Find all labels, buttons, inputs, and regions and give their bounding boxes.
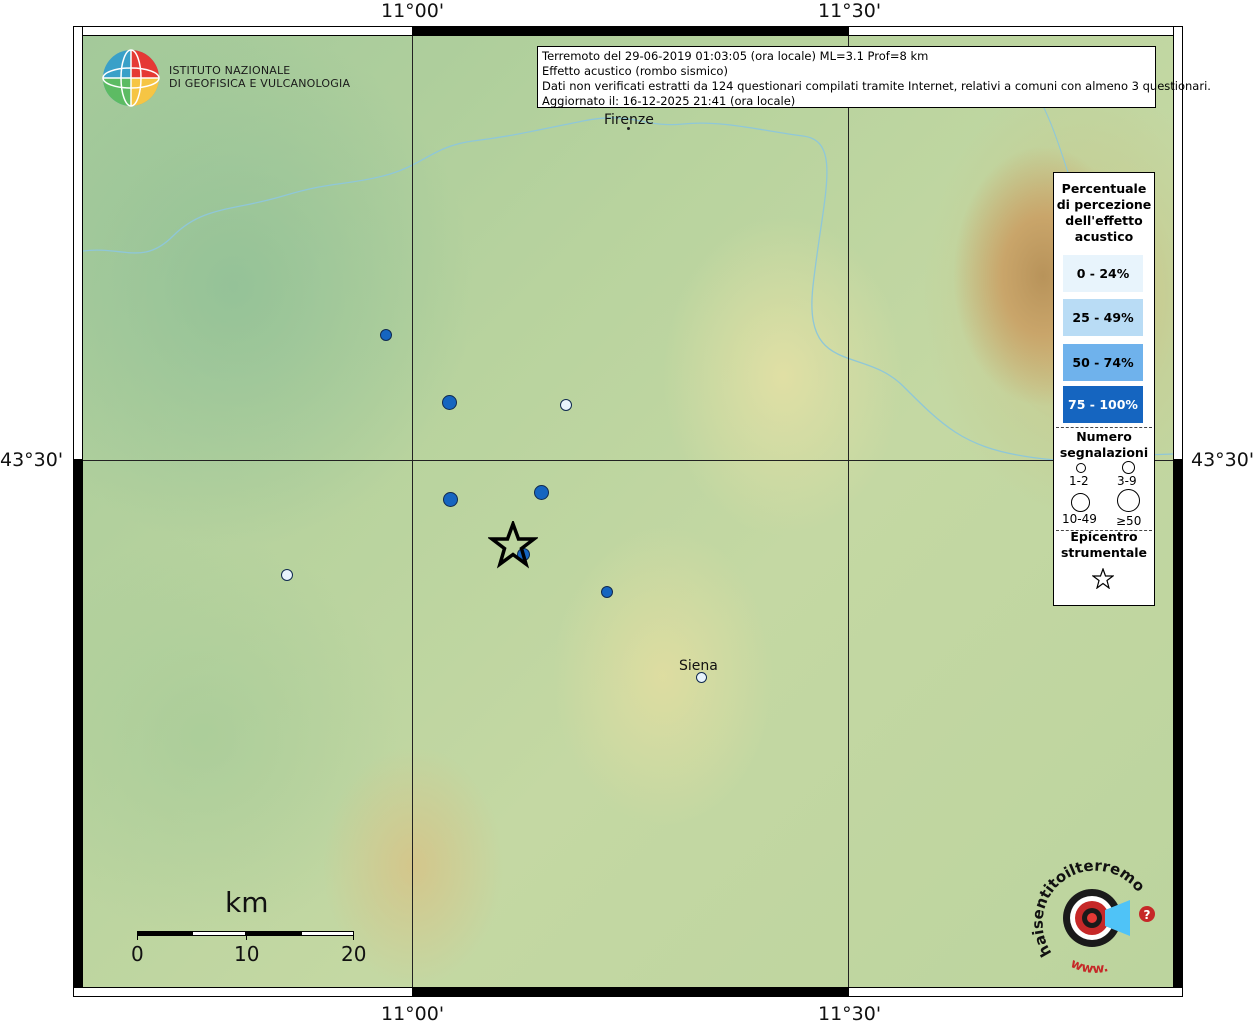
legend-count-title: Numero segnalazioni (1054, 429, 1154, 461)
lon-label-bottom-11-30: 11°30' (818, 1003, 882, 1025)
observation-dot[interactable] (601, 586, 613, 598)
legend-epicenter-title: Epicentro strumentale (1054, 529, 1154, 561)
legend-panel: Percentuale di percezione dell'effetto a… (1053, 172, 1155, 606)
scale-tick-10: 10 (234, 942, 260, 966)
ingv-globe-icon (102, 49, 160, 107)
hsit-target-icon: haisentitoilterremoto.it www. ? (1025, 844, 1155, 977)
meridian-11-30 (848, 36, 849, 987)
lon-label-top-11-30: 11°30' (818, 0, 882, 22)
legend-count-title-line1: Numero (1076, 429, 1132, 444)
legend-epicenter-star-icon (1092, 568, 1114, 589)
lon-label-top-11-00: 11°00' (381, 0, 445, 22)
event-line-3: Dati non verificati estratti da 124 ques… (542, 79, 1211, 93)
legend-epicenter-title-line2: strumentale (1060, 545, 1148, 560)
observation-dot[interactable] (380, 329, 392, 341)
event-line-4: Aggiornato il: 16-12-2025 21:41 (ora loc… (542, 94, 796, 108)
parallel-43-30 (83, 460, 1173, 461)
observation-dot[interactable] (281, 569, 293, 581)
scale-tick-20: 20 (341, 942, 367, 966)
legend-title-line4: acustico (1074, 229, 1134, 244)
ingv-name-line2: DI GEOFISICA E VULCANOLOGIA (169, 77, 351, 90)
legend-title: Percentuale di percezione dell'effetto a… (1054, 181, 1154, 245)
legend-count-title-line2: segnalazioni (1059, 445, 1149, 460)
svg-text:www.: www. (1068, 956, 1110, 977)
hsit-logo: haisentitoilterremoto.it www. ? (1025, 844, 1160, 978)
legend-title-line3: dell'effetto (1065, 213, 1143, 228)
legend-size-50-label: ≥50 (1116, 514, 1142, 528)
legend-epicenter-title-line1: Epicentro (1070, 529, 1138, 544)
event-line-1: Terremoto del 29-06-2019 01:03:05 (ora l… (542, 49, 929, 63)
observation-dot[interactable] (443, 492, 458, 507)
legend-title-line1: Percentuale (1061, 181, 1147, 196)
event-info-box: Terremoto del 29-06-2019 01:03:05 (ora l… (537, 46, 1211, 108)
place-label-firenze: Firenze (604, 112, 654, 128)
legend-size-50-symbol (1117, 489, 1140, 512)
scale-unit-label: km (225, 886, 269, 919)
legend-class-0-24: 0 - 24% (1063, 255, 1143, 292)
ingv-institute-name: ISTITUTO NAZIONALE DI GEOFISICA E VULCAN… (169, 64, 350, 90)
event-line-2: Effetto acustico (rombo sismico) (542, 64, 728, 78)
legend-class-25-49: 25 - 49% (1063, 299, 1143, 336)
legend-size-1-2-label: 1-2 (1069, 474, 1089, 488)
lon-label-bottom-11-00: 11°00' (381, 1003, 445, 1025)
hsit-www: www. (1068, 956, 1110, 977)
scale-tick-0: 0 (131, 942, 144, 966)
legend-class-75-100: 75 - 100% (1063, 386, 1143, 423)
legend-size-3-9-label: 3-9 (1117, 474, 1137, 488)
meridian-11-00 (412, 36, 413, 987)
legend-class-50-74: 50 - 74% (1063, 344, 1143, 381)
ingv-name-line1: ISTITUTO NAZIONALE (169, 64, 291, 77)
svg-text:?: ? (1144, 908, 1151, 922)
lat-label-left-43-30: 43°30' (0, 449, 64, 471)
place-marker-firenze (627, 127, 630, 130)
observation-dot[interactable] (534, 485, 549, 500)
lat-label-right-43-30: 43°30' (1191, 449, 1255, 471)
legend-size-10-49-label: 10-49 (1062, 512, 1097, 526)
map-area[interactable] (83, 36, 1173, 987)
arno-river (83, 117, 1173, 462)
river-svg (83, 105, 1173, 462)
observation-dot[interactable] (560, 399, 572, 411)
observation-dot[interactable] (696, 672, 707, 683)
legend-separator (1056, 427, 1152, 428)
legend-title-line2: di percezione (1056, 197, 1152, 212)
observation-dot[interactable] (442, 395, 457, 410)
legend-size-1-2-symbol (1076, 463, 1086, 473)
epicenter-star-icon[interactable] (488, 521, 538, 569)
legend-size-3-9-symbol (1122, 461, 1135, 474)
legend-size-10-49-symbol (1071, 493, 1090, 512)
